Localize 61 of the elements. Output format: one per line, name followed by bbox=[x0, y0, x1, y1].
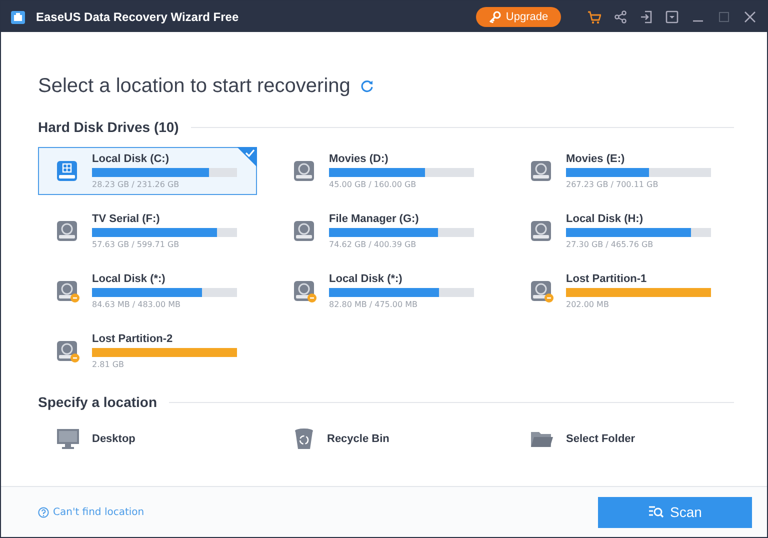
drive-size: 57.63 GB / 599.71 GB bbox=[92, 240, 180, 249]
page-heading: Select a location to start recovering bbox=[38, 74, 350, 98]
drive-card[interactable]: Lost Partition-2 2.81 GB bbox=[38, 327, 257, 375]
menu-icon[interactable] bbox=[665, 10, 679, 24]
drive-size: 28.23 GB / 231.26 GB bbox=[92, 180, 180, 189]
drive-card[interactable]: Local Disk (H:) 27.30 GB / 465.76 GB bbox=[512, 207, 731, 255]
drive-card[interactable]: Movies (D:) 45.00 GB / 160.00 GB bbox=[275, 147, 494, 195]
drive-size: 202.00 MB bbox=[566, 300, 610, 309]
location-item[interactable]: Desktop bbox=[38, 426, 136, 452]
drive-card[interactable]: Movies (E:) 267.23 GB / 700.11 GB bbox=[512, 147, 731, 195]
drive-size: 45.00 GB / 160.00 GB bbox=[329, 180, 418, 189]
monitor-icon bbox=[56, 428, 80, 450]
hard-drive-warning-icon bbox=[56, 278, 80, 304]
check-corner-icon bbox=[237, 147, 257, 167]
drive-card[interactable]: Local Disk (*:) 82.80 MB / 475.00 MB bbox=[275, 267, 494, 315]
sign-in-icon[interactable] bbox=[639, 10, 653, 24]
drive-size: 267.23 GB / 700.11 GB bbox=[566, 180, 660, 189]
hard-drive-icon bbox=[293, 218, 317, 244]
drive-name: Local Disk (C:) bbox=[92, 153, 170, 166]
hard-drive-icon bbox=[56, 218, 80, 244]
folder-icon bbox=[530, 429, 554, 449]
drive-name: Movies (D:) bbox=[329, 153, 390, 166]
hard-drive-icon bbox=[530, 158, 554, 184]
drive-name: Local Disk (*:) bbox=[92, 273, 166, 286]
drive-card[interactable]: Local Disk (C:) 28.23 GB / 231.26 GB bbox=[38, 147, 257, 195]
cart-icon[interactable] bbox=[587, 10, 601, 24]
drive-name: File Manager (G:) bbox=[329, 213, 420, 226]
drive-name: TV Serial (F:) bbox=[92, 213, 161, 226]
drive-name: Movies (E:) bbox=[566, 153, 626, 166]
drive-size: 82.80 MB / 475.00 MB bbox=[329, 300, 419, 309]
drive-card[interactable]: Local Disk (*:) 84.63 MB / 483.00 MB bbox=[38, 267, 257, 315]
drive-name: Lost Partition-1 bbox=[566, 273, 648, 286]
hard-drive-warning-icon bbox=[530, 278, 554, 304]
hard-drive-warning-icon bbox=[293, 278, 317, 304]
drive-name: Local Disk (*:) bbox=[329, 273, 404, 286]
section-title: Hard Disk Drives (10) bbox=[38, 119, 179, 135]
location-item[interactable]: Select Folder bbox=[512, 426, 636, 452]
scan-icon bbox=[648, 505, 664, 519]
help-icon bbox=[38, 506, 49, 518]
window-title: EaseUS Data Recovery Wizard Free bbox=[36, 10, 239, 24]
location-item[interactable]: Recycle Bin bbox=[275, 426, 390, 452]
drive-name: Local Disk (H:) bbox=[566, 213, 644, 226]
hard-drive-warning-icon bbox=[56, 338, 80, 364]
drive-name: Lost Partition-2 bbox=[92, 333, 174, 346]
share-icon[interactable] bbox=[613, 10, 627, 24]
drive-size: 27.30 GB / 465.76 GB bbox=[566, 240, 654, 249]
drive-card[interactable]: File Manager (G:) 74.62 GB / 400.39 GB bbox=[275, 207, 494, 255]
refresh-icon[interactable] bbox=[360, 79, 374, 93]
drive-card[interactable]: TV Serial (F:) 57.63 GB / 599.71 GB bbox=[38, 207, 257, 255]
close-icon[interactable] bbox=[743, 10, 757, 24]
drive-card[interactable]: Lost Partition-1 202.00 MB bbox=[512, 267, 731, 315]
drive-size: 2.81 GB bbox=[92, 360, 126, 369]
drive-size: 84.63 MB / 483.00 MB bbox=[92, 300, 182, 309]
app-icon bbox=[10, 8, 26, 24]
drive-size: 74.62 GB / 400.39 GB bbox=[329, 240, 418, 249]
key-icon bbox=[488, 10, 501, 22]
hard-drive-icon bbox=[293, 158, 317, 184]
hard-drive-icon bbox=[530, 218, 554, 244]
recycle-bin-icon bbox=[293, 427, 315, 451]
section-title: Specify a location bbox=[38, 394, 158, 410]
windows-drive-icon bbox=[56, 158, 80, 184]
